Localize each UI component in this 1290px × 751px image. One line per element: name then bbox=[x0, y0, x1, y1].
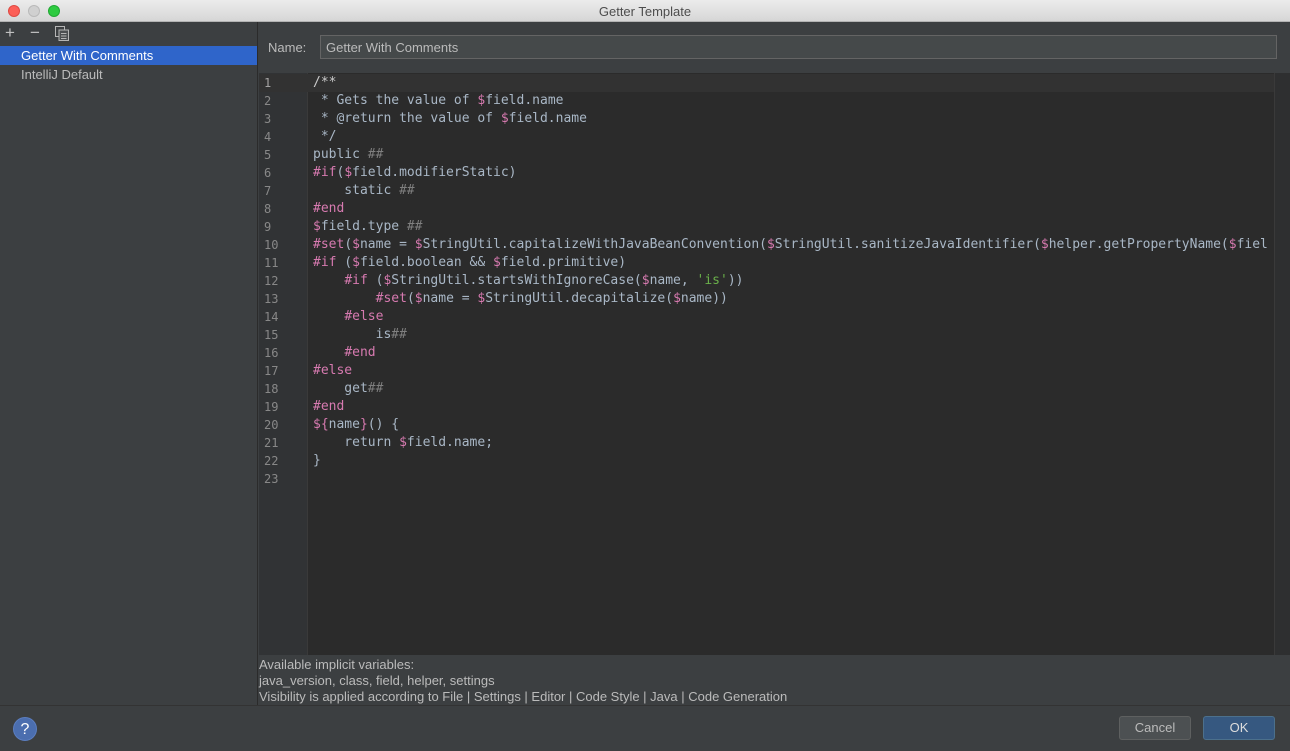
code-line[interactable]: 16 #end bbox=[259, 344, 1274, 362]
code-line[interactable]: 4 */ bbox=[259, 128, 1274, 146]
code-line[interactable]: 5 public ## bbox=[259, 146, 1274, 164]
code-line[interactable]: 18 get## bbox=[259, 380, 1274, 398]
window-title: Getter Template bbox=[598, 4, 692, 19]
template-list-panel: + − Getter With Comments IntelliJ Defaul… bbox=[0, 22, 258, 705]
code-line[interactable]: 17 #else bbox=[259, 362, 1274, 380]
code-line[interactable]: 8 #end bbox=[259, 200, 1274, 218]
title-bar: Getter Template bbox=[0, 0, 1290, 22]
code-line[interactable]: 3 * @return the value of $field.name bbox=[259, 110, 1274, 128]
code-line[interactable]: 2 * Gets the value of $field.name bbox=[259, 92, 1274, 110]
implicit-variables-info: Available implicit variables: java_versi… bbox=[259, 655, 1290, 705]
name-label: Name: bbox=[268, 40, 307, 55]
info-heading: Available implicit variables: bbox=[259, 657, 415, 672]
code-line[interactable]: 20 ${name}() { bbox=[259, 416, 1274, 434]
template-item-getter-with-comments[interactable]: Getter With Comments bbox=[0, 46, 257, 65]
code-lines[interactable]: 1/** 2 * Gets the value of $field.name 3… bbox=[259, 74, 1274, 488]
code-line[interactable]: 21 return $field.name; bbox=[259, 434, 1274, 452]
template-toolbar: + − bbox=[0, 22, 257, 46]
code-line[interactable]: 19 #end bbox=[259, 398, 1274, 416]
code-line[interactable]: 14 #else bbox=[259, 308, 1274, 326]
add-icon[interactable]: + bbox=[5, 24, 15, 42]
cancel-button[interactable]: Cancel bbox=[1119, 716, 1191, 740]
copy-icon[interactable] bbox=[55, 26, 69, 45]
code-line[interactable]: 11 #if ($field.boolean && $field.primitiv… bbox=[259, 254, 1274, 272]
code-line[interactable]: 1/** bbox=[259, 74, 1274, 92]
info-variables: java_version, class, field, helper, sett… bbox=[259, 673, 495, 688]
dialog-footer: ? Cancel OK bbox=[0, 705, 1290, 751]
editor-vertical-scrollbar[interactable] bbox=[1274, 73, 1290, 655]
code-line[interactable]: 12 #if ($StringUtil.startsWithIgnoreCase… bbox=[259, 272, 1274, 290]
ok-button[interactable]: OK bbox=[1203, 716, 1275, 740]
code-editor[interactable]: 1/** 2 * Gets the value of $field.name 3… bbox=[259, 73, 1290, 655]
code-line[interactable]: 7 static ## bbox=[259, 182, 1274, 200]
code-line[interactable]: 13 #set($name = $StringUtil.decapitalize… bbox=[259, 290, 1274, 308]
code-line[interactable]: 6 #if($field.modifierStatic) bbox=[259, 164, 1274, 182]
remove-icon[interactable]: − bbox=[30, 24, 40, 42]
code-line[interactable]: 9 $field.type ## bbox=[259, 218, 1274, 236]
template-editor-panel: Name: 1/** 2 * Gets the value of $field.… bbox=[259, 22, 1290, 705]
name-row: Name: bbox=[259, 22, 1290, 73]
code-line[interactable]: 10 #set($name = $StringUtil.capitalizeWit… bbox=[259, 236, 1274, 254]
info-visibility: Visibility is applied according to File … bbox=[259, 689, 788, 704]
code-line[interactable]: 15 is## bbox=[259, 326, 1274, 344]
name-input[interactable] bbox=[320, 35, 1277, 59]
template-item-intellij-default[interactable]: IntelliJ Default bbox=[0, 65, 257, 84]
code-line[interactable]: 23 bbox=[259, 470, 1274, 488]
help-icon[interactable]: ? bbox=[13, 717, 37, 741]
code-line[interactable]: 22} bbox=[259, 452, 1274, 470]
